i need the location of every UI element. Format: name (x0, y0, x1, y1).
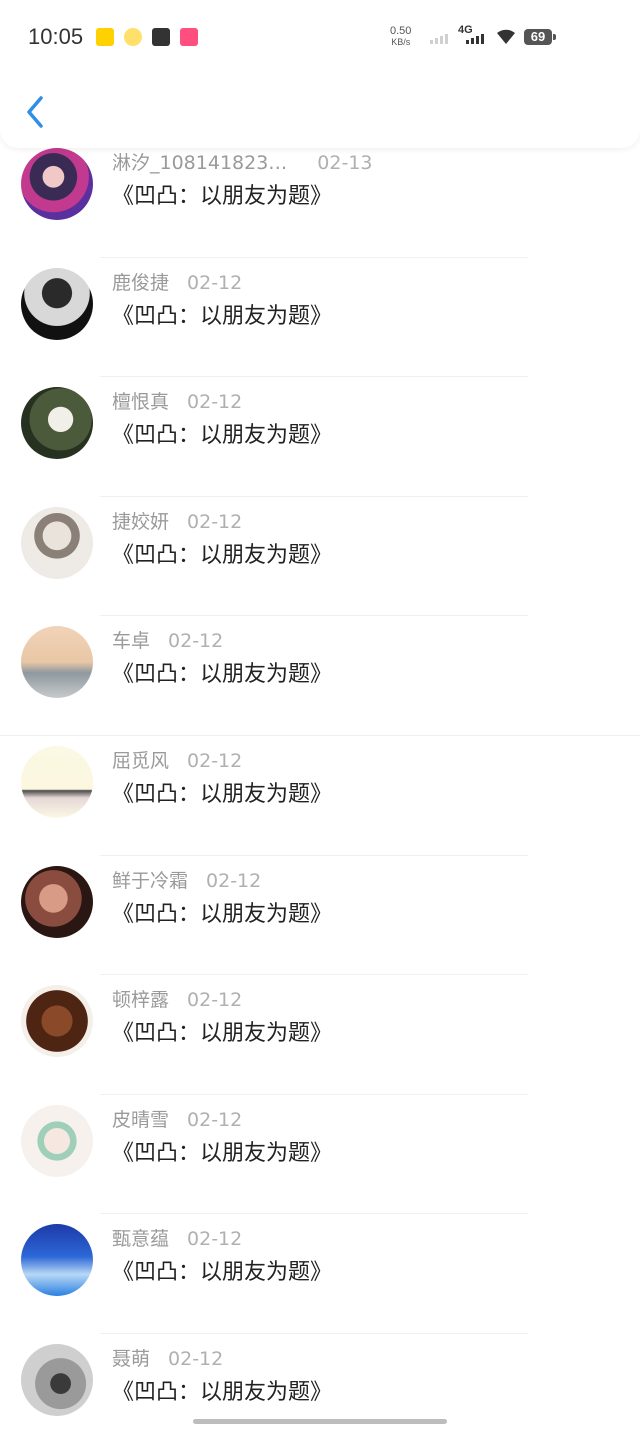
avatar (21, 626, 93, 699)
back-button[interactable] (22, 94, 50, 130)
bird-app-icon (124, 28, 142, 46)
user-name: 聂萌 (112, 1347, 151, 1370)
avatar (21, 1104, 93, 1177)
user-name: 车卓 (112, 630, 151, 653)
user-name: 捷姣妍 (112, 510, 170, 533)
sim2-signal-icon (466, 34, 484, 44)
user-name: 鹿俊捷 (112, 271, 170, 294)
list-item[interactable]: 淋汐_108141823… 02-13 《凹凸：以朋友为题》 (0, 138, 640, 258)
user-name: 檀恨真 (112, 391, 170, 414)
avatar (21, 148, 93, 220)
avatar (21, 267, 93, 340)
user-name: 皮晴雪 (112, 1108, 170, 1131)
avatar (21, 865, 93, 938)
shopping-bag-app-icon (152, 28, 170, 46)
list-item[interactable]: 甄意蕴 02-12 《凹凸：以朋友为题》 (0, 1214, 640, 1334)
network-speed-value: 0.50 (390, 25, 412, 37)
user-name: 顿梓露 (112, 989, 170, 1012)
post-title: 《凹凸：以朋友为题》 (112, 184, 333, 209)
meituan-app-icon (96, 28, 114, 46)
list-item[interactable]: 皮晴雪 02-12 《凹凸：以朋友为题》 (0, 1095, 640, 1215)
status-time: 10:05 (28, 24, 84, 49)
post-title: 《凹凸：以朋友为题》 (112, 901, 333, 927)
user-name: 屈觅风 (112, 749, 170, 772)
avatar (21, 985, 93, 1058)
list-item[interactable]: 檀恨真 02-12 《凹凸：以朋友为题》 (0, 377, 640, 497)
network-speed: 0.50 KB/s (390, 26, 411, 48)
user-name: 淋汐_108141823… (112, 152, 288, 174)
list-item[interactable]: 顿梓露 02-12 《凹凸：以朋友为题》 (0, 975, 640, 1095)
post-date: 02-12 (168, 1347, 224, 1370)
post-title: 《凹凸：以朋友为题》 (112, 1140, 333, 1166)
post-date: 02-13 (317, 152, 373, 174)
avatar (21, 1343, 93, 1416)
sim1-signal-icon (430, 34, 448, 44)
avatar (21, 387, 93, 460)
post-title: 《凹凸：以朋友为题》 (112, 542, 333, 568)
list-item[interactable]: 捷姣妍 02-12 《凹凸：以朋友为题》 (0, 497, 640, 617)
post-title: 《凹凸：以朋友为题》 (112, 423, 333, 449)
post-title: 《凹凸：以朋友为题》 (112, 1260, 333, 1286)
post-date: 02-12 (187, 1228, 243, 1251)
post-title: 《凹凸：以朋友为题》 (112, 1021, 333, 1047)
post-date: 02-12 (187, 1108, 243, 1131)
post-date: 02-12 (187, 391, 243, 414)
post-date: 02-12 (168, 630, 224, 653)
post-date: 02-12 (187, 271, 243, 294)
user-name: 甄意蕴 (112, 1228, 170, 1251)
header-card: 10:05 0.50 KB/s 4G 69 (0, 0, 640, 148)
friend-list: 淋汐_108141823… 02-13 《凹凸：以朋友为题》 鹿俊捷 02-12 《… (0, 148, 640, 1454)
list-item[interactable]: 屈觅风 02-12 《凹凸：以朋友为题》 (0, 736, 640, 856)
status-bar: 10:05 0.50 KB/s 4G 69 (0, 0, 640, 76)
avatar (21, 506, 93, 579)
list-item[interactable]: 鲜于冷霜 02-12 《凹凸：以朋友为题》 (0, 856, 640, 976)
list-item[interactable]: 聂萌 02-12 《凹凸：以朋友为题》 (0, 1334, 640, 1454)
post-date: 02-12 (187, 989, 243, 1012)
video-app-icon (180, 28, 198, 46)
post-title: 《凹凸：以朋友为题》 (112, 303, 333, 329)
avatar (21, 1224, 93, 1297)
home-indicator[interactable] (193, 1419, 447, 1424)
post-title: 《凹凸：以朋友为题》 (112, 662, 333, 688)
network-speed-unit: KB/s (391, 37, 411, 47)
chevron-left-icon (27, 96, 43, 128)
wifi-icon (497, 29, 515, 44)
avatar (21, 745, 93, 818)
notification-icons (96, 28, 198, 46)
list-item[interactable]: 车卓 02-12 《凹凸：以朋友为题》 (0, 616, 640, 736)
post-title: 《凹凸：以朋友为题》 (112, 781, 333, 807)
post-title: 《凹凸：以朋友为题》 (112, 1379, 333, 1405)
post-date: 02-12 (187, 510, 243, 533)
battery-icon: 69 (524, 29, 556, 45)
post-date: 02-12 (187, 749, 243, 772)
post-date: 02-12 (206, 869, 262, 892)
user-name: 鲜于冷霜 (112, 869, 189, 892)
list-item[interactable]: 鹿俊捷 02-12 《凹凸：以朋友为题》 (0, 258, 640, 378)
